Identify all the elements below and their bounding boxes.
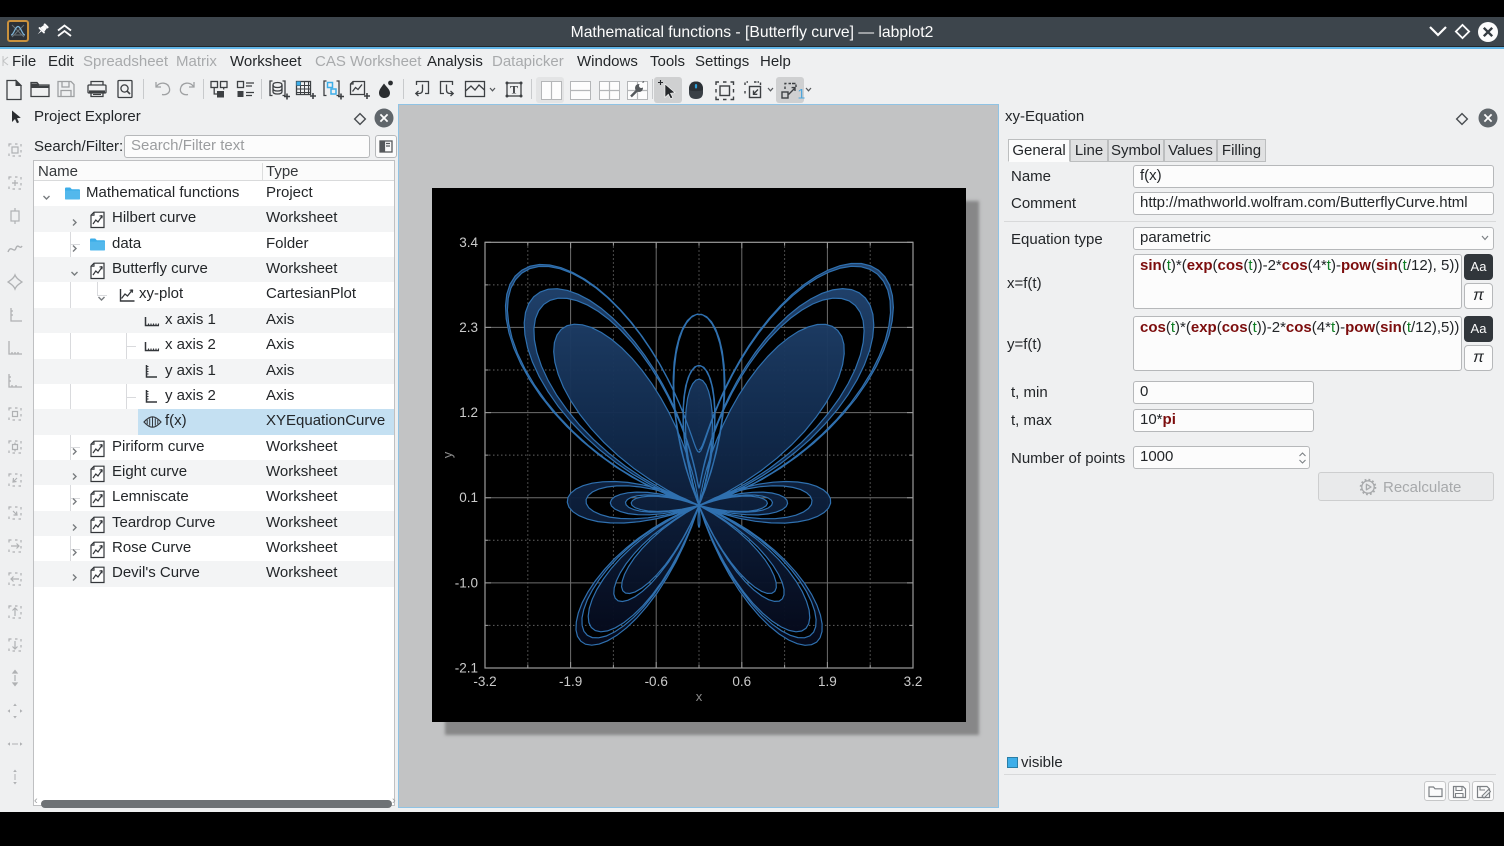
svg-text:0.1: 0.1 xyxy=(459,490,478,505)
svg-text:0.6: 0.6 xyxy=(732,674,751,689)
svg-text:-0.6: -0.6 xyxy=(645,674,668,689)
svg-text:y: y xyxy=(440,451,455,458)
svg-text:3.4: 3.4 xyxy=(459,235,478,250)
svg-text:1.2: 1.2 xyxy=(459,405,478,420)
svg-text:T: T xyxy=(510,83,518,97)
svg-text:2.3: 2.3 xyxy=(459,320,478,335)
svg-text:1: 1 xyxy=(798,86,806,102)
svg-text:-1.0: -1.0 xyxy=(455,575,478,590)
svg-text:1.9: 1.9 xyxy=(818,674,837,689)
svg-text:x: x xyxy=(696,689,703,704)
svg-text:-1.9: -1.9 xyxy=(559,674,582,689)
svg-text:-3.2: -3.2 xyxy=(473,674,496,689)
svg-text:3.2: 3.2 xyxy=(904,674,923,689)
